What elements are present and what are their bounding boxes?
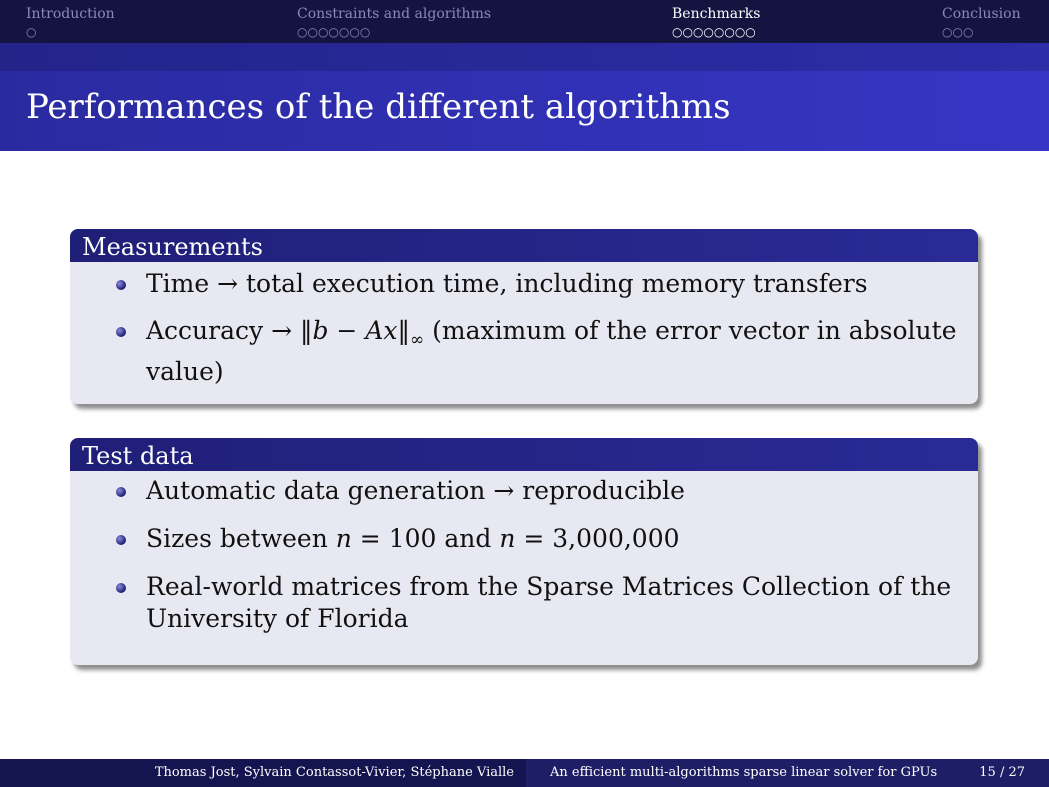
list-item: Real-world matrices from the Sparse Matr…: [70, 571, 978, 635]
bullet-list: Automatic data generation → reproducible…: [70, 471, 978, 635]
item-text: Time → total execution time, including m…: [146, 269, 868, 298]
math-variable: n: [335, 524, 352, 553]
item-text: Automatic data generation → reproducible: [146, 476, 685, 505]
measurements-block: Measurements Time → total execution time…: [70, 229, 978, 404]
item-text: Sizes between: [146, 524, 336, 553]
block-title: Test data: [70, 438, 978, 471]
bullet-icon: [116, 583, 126, 593]
footer-talk-title: An efficient multi-algorithms sparse lin…: [550, 765, 938, 780]
footer-authors-bar: Thomas Jost, Sylvain Contassot-Vivier, S…: [0, 759, 526, 787]
nav-dots-introduction[interactable]: ○: [26, 26, 36, 38]
list-item: Time → total execution time, including m…: [70, 268, 978, 300]
footer-title-bar: An efficient multi-algorithms sparse lin…: [526, 759, 1049, 787]
nav-dots-benchmarks[interactable]: ○○○○○○○○: [672, 26, 756, 38]
bullet-icon: [116, 327, 126, 337]
item-text: Real-world matrices from the Sparse Matr…: [146, 572, 952, 633]
bullet-list: Time → total execution time, including m…: [70, 262, 978, 388]
subsection-bar: [0, 43, 1049, 71]
item-text: = 100 and: [351, 524, 500, 553]
nav-section-conclusion[interactable]: Conclusion: [942, 6, 1021, 22]
bullet-icon: [116, 280, 126, 290]
footer-authors: Thomas Jost, Sylvain Contassot-Vivier, S…: [154, 765, 514, 780]
nav-section-constraints[interactable]: Constraints and algorithms: [297, 6, 491, 22]
frame-title-bar: Performances of the different algorithms: [0, 71, 1049, 151]
math-expression: b − Ax: [312, 316, 398, 345]
math-variable: n: [499, 524, 516, 553]
block-title: Measurements: [70, 229, 978, 262]
bullet-icon: [116, 535, 126, 545]
nav-dots-constraints[interactable]: ○○○○○○○: [297, 26, 370, 38]
page-number: 15 / 27: [979, 765, 1025, 780]
section-navigation: Introduction ○ Constraints and algorithm…: [0, 0, 1049, 43]
nav-dots-conclusion[interactable]: ○○○: [942, 26, 973, 38]
list-item: Automatic data generation → reproducible: [70, 475, 978, 507]
item-text-pre: Accuracy → ‖: [146, 316, 313, 345]
math-subscript: ∞: [409, 330, 425, 350]
nav-section-benchmarks[interactable]: Benchmarks: [672, 6, 760, 22]
page-title: Performances of the different algorithms: [26, 87, 731, 127]
item-text: = 3,000,000: [515, 524, 680, 553]
item-text-post: ‖: [397, 316, 410, 345]
list-item: Accuracy → ‖b − Ax‖∞ (maximum of the err…: [70, 315, 978, 388]
nav-section-introduction[interactable]: Introduction: [26, 6, 115, 22]
test-data-block: Test data Automatic data generation → re…: [70, 438, 978, 665]
bullet-icon: [116, 487, 126, 497]
list-item: Sizes between n = 100 and n = 3,000,000: [70, 523, 978, 555]
